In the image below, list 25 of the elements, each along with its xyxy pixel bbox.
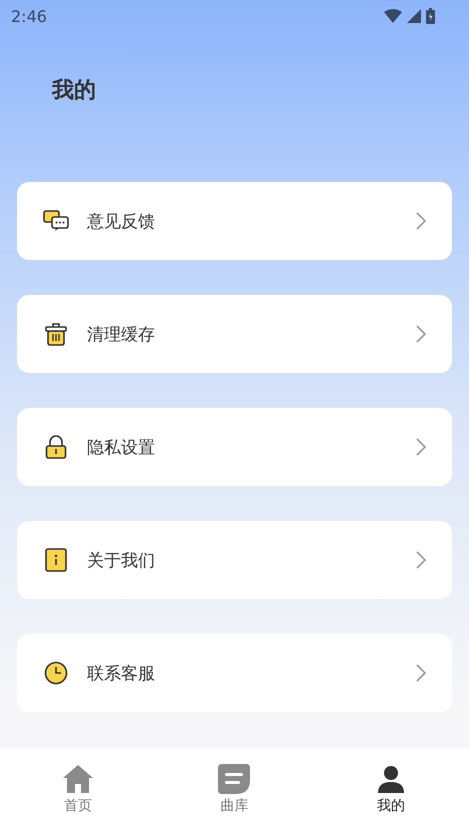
chevron-right-icon (416, 325, 426, 343)
status-time: 2:46 (11, 6, 47, 26)
signal-icon (407, 9, 421, 23)
note-icon (218, 764, 250, 794)
padlock-icon (43, 435, 69, 459)
chevron-right-icon (416, 212, 426, 230)
home-icon (62, 764, 94, 794)
chat-bubbles-icon (43, 210, 69, 232)
tab[interactable]: 曲库 (156, 748, 313, 834)
menu-item[interactable]: 意见反馈 (17, 182, 452, 260)
clock-icon (43, 661, 69, 685)
menu-item[interactable]: 关于我们 (17, 521, 452, 599)
info-icon (43, 548, 69, 572)
menu-item[interactable]: 清理缓存 (17, 295, 452, 373)
menu-item[interactable]: 联系客服 (17, 634, 452, 712)
menu-item[interactable]: 隐私设置 (17, 408, 452, 486)
trash-can-icon (43, 322, 69, 346)
wifi-icon (384, 9, 402, 23)
battery-icon (426, 8, 435, 24)
page-title: 我的 (52, 77, 97, 105)
chevron-right-icon (416, 551, 426, 569)
tab[interactable]: 我的 (312, 748, 469, 834)
chevron-right-icon (416, 438, 426, 456)
chevron-right-icon (416, 664, 426, 682)
tab[interactable]: 首页 (0, 748, 156, 834)
